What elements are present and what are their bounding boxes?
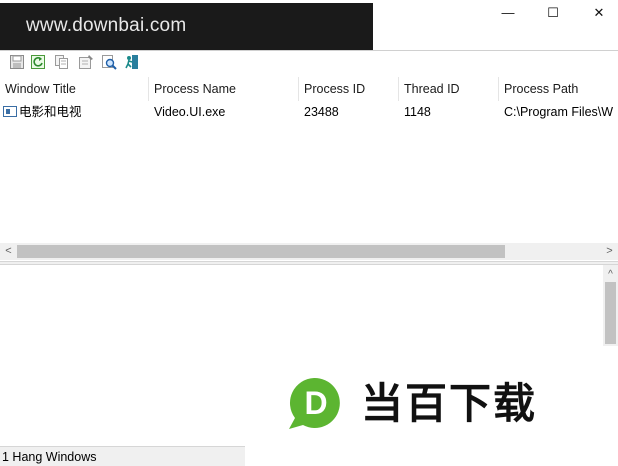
scroll-right-icon[interactable]: > [601,243,618,260]
cell-window-title: 电影和电视 [0,103,149,121]
maximize-button[interactable]: ☐ [530,2,576,26]
cell-thread-id: 1148 [404,105,431,119]
horizontal-scrollbar[interactable]: < > [0,243,618,260]
table-row[interactable]: 电影和电视 Video.UI.exe 23488 1148 C:\Program… [0,103,618,121]
cell-process-path: C:\Program Files\W [504,105,614,119]
toolbar [0,50,618,75]
brand-logo-letter: D [304,385,327,421]
column-header-thread-id[interactable]: Thread ID [399,77,499,101]
scroll-left-icon[interactable]: < [0,243,17,260]
brand-watermark: D 当百下载 [245,346,618,466]
window-app-icon [3,106,17,117]
window-title-text: 电影和电视 [19,105,82,119]
save-icon[interactable] [9,54,25,70]
brand-name: 当百下载 [361,379,538,428]
minimize-button[interactable]: — [485,2,531,26]
window-list[interactable]: Window Title Process Name Process ID Thr… [0,75,618,261]
column-header-process-id[interactable]: Process ID [299,77,399,101]
scroll-up-icon[interactable]: ^ [603,267,618,282]
vertical-scroll-thumb[interactable] [605,282,616,344]
exit-icon[interactable] [124,54,140,70]
properties-icon[interactable] [78,54,94,70]
watermark-banner: www.downbai.com [0,3,373,53]
column-header-process-name[interactable]: Process Name [149,77,299,101]
status-text: 1 Hang Windows [2,450,97,464]
close-button[interactable]: ✕ [576,2,618,26]
find-icon[interactable] [101,54,117,70]
column-header-process-path[interactable]: Process Path [499,77,618,101]
copy-icon[interactable] [54,54,70,70]
column-header-window-title[interactable]: Window Title [0,77,149,101]
horizontal-scroll-thumb[interactable] [17,245,505,258]
refresh-icon[interactable] [30,54,46,70]
cell-process-name: Video.UI.exe [154,105,226,119]
cell-process-id: 23488 [304,105,339,119]
brand-logo-icon: D [289,377,340,429]
